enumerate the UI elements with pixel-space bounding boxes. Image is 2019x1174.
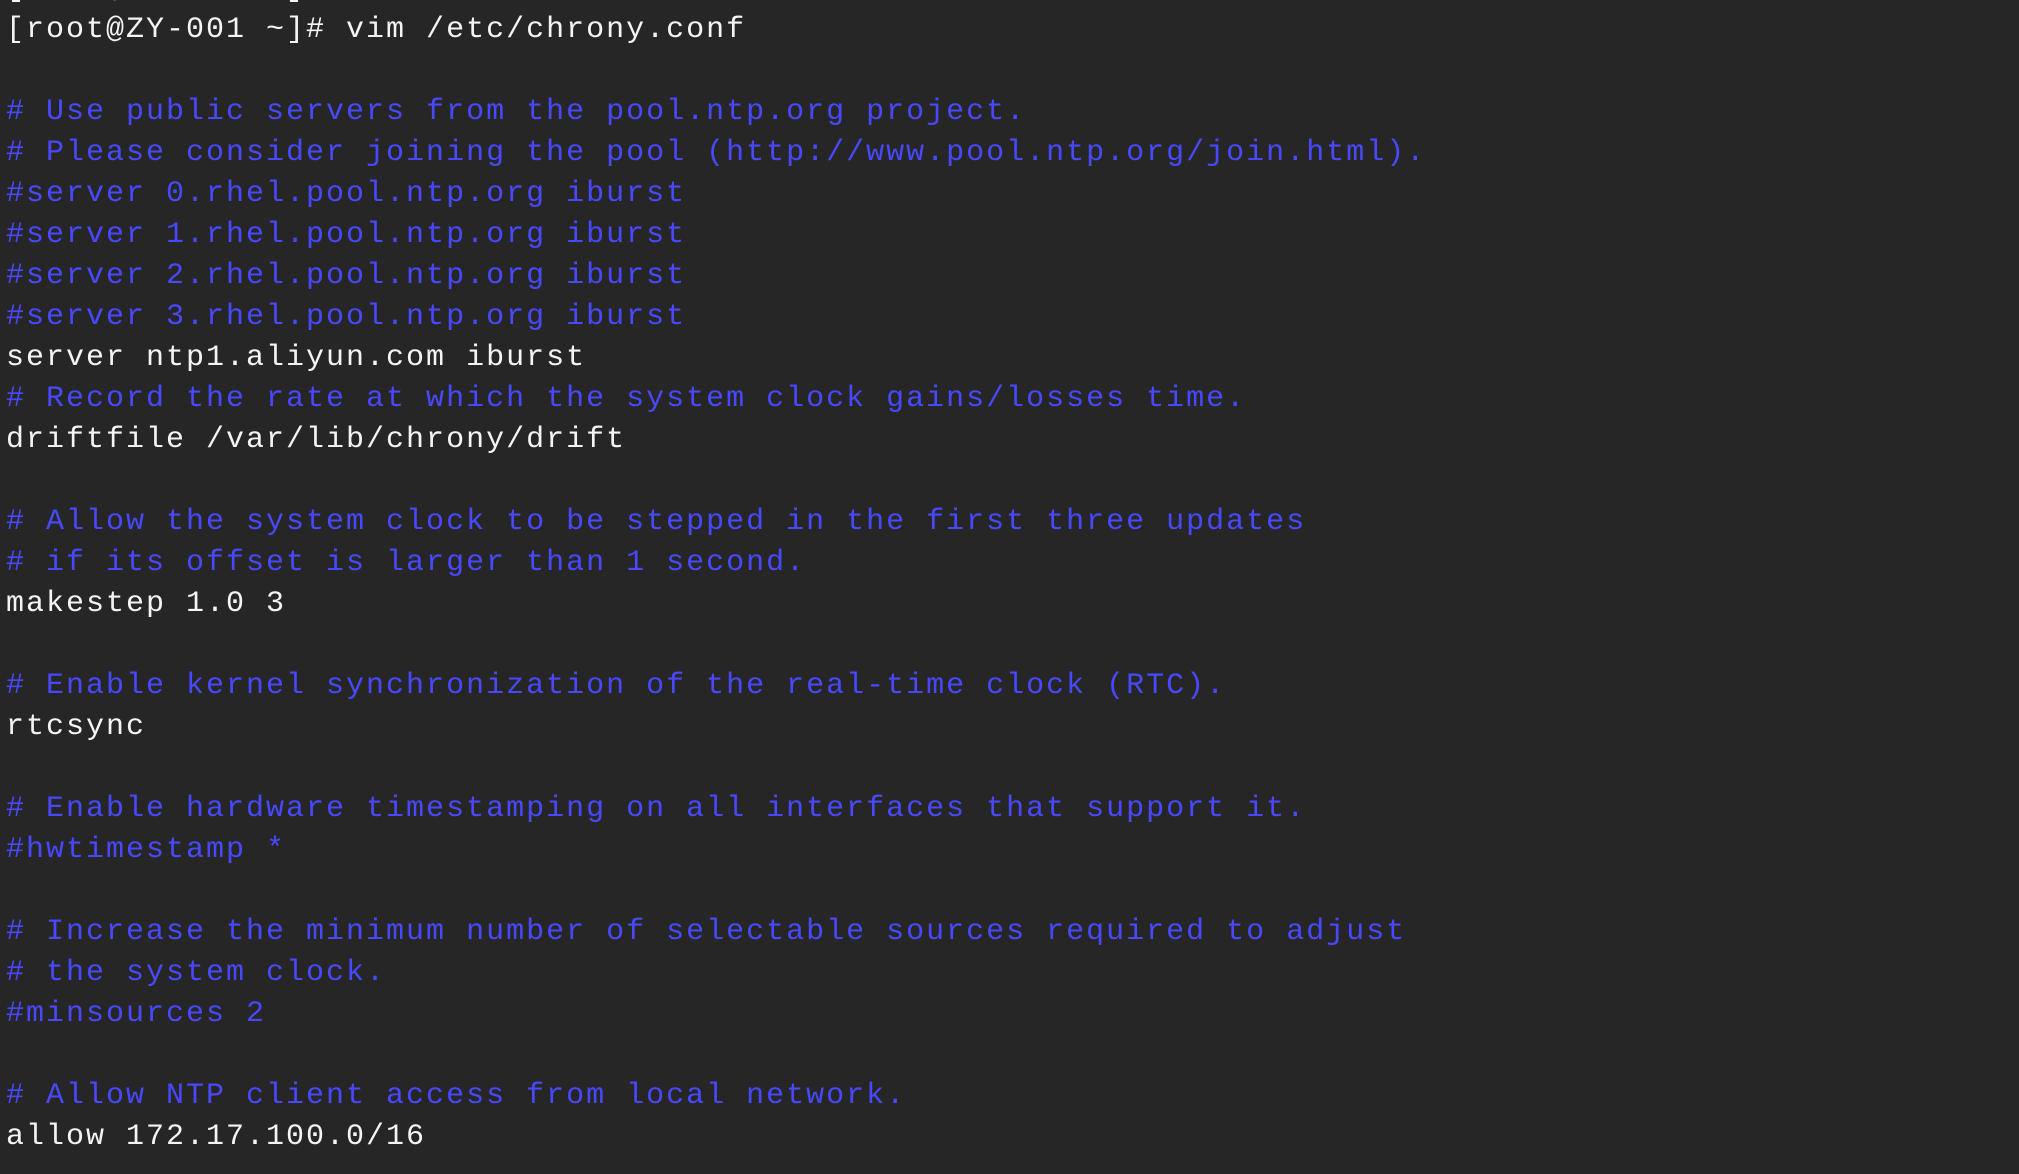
config-line: [root@ZY-001 ~]# — [6, 0, 1426, 10]
config-comment-line: # Enable kernel synchronization of the r… — [6, 669, 1227, 703]
config-comment-line: #hwtimestamp * — [6, 833, 287, 867]
config-comment-line: # the system clock. — [6, 956, 387, 990]
config-comment-line: # if its offset is larger than 1 second. — [6, 546, 807, 580]
config-line — [6, 748, 1426, 789]
config-line — [6, 1035, 1426, 1076]
config-line — [6, 625, 1426, 666]
config-line — [6, 51, 1426, 92]
config-line: allow 172.17.100.0/16 — [6, 1120, 427, 1154]
config-line: rtcsync — [6, 710, 147, 744]
config-comment-line: #minsources 2 — [6, 997, 267, 1031]
config-comment-line: #server 2.rhel.pool.ntp.org iburst — [6, 259, 687, 293]
config-comment-line: # Enable hardware timestamping on all in… — [6, 792, 1307, 826]
config-line: server ntp1.aliyun.com iburst — [6, 341, 587, 375]
config-comment-line: # Allow the system clock to be stepped i… — [6, 505, 1307, 539]
config-comment-line: # Please consider joining the pool (http… — [6, 136, 1427, 170]
config-line: driftfile /var/lib/chrony/drift — [6, 423, 627, 457]
config-line: makestep 1.0 3 — [6, 587, 287, 621]
config-comment-line: # Increase the minimum number of selecta… — [6, 915, 1407, 949]
config-comment-line: # Record the rate at which the system cl… — [6, 382, 1247, 416]
terminal-output[interactable]: [root@ZY-001 ~]# [root@ZY-001 ~]# vim /et… — [6, 0, 1426, 1158]
config-comment-line: #server 1.rhel.pool.ntp.org iburst — [6, 218, 687, 252]
config-line — [6, 871, 1426, 912]
config-comment-line: #server 3.rhel.pool.ntp.org iburst — [6, 300, 687, 334]
config-line — [6, 461, 1426, 502]
config-comment-line: #server 0.rhel.pool.ntp.org iburst — [6, 177, 687, 211]
config-line: [root@ZY-001 ~]# vim /etc/chrony.conf — [6, 13, 747, 47]
config-comment-line: # Use public servers from the pool.ntp.o… — [6, 95, 1027, 129]
config-comment-line: # Allow NTP client access from local net… — [6, 1079, 907, 1113]
